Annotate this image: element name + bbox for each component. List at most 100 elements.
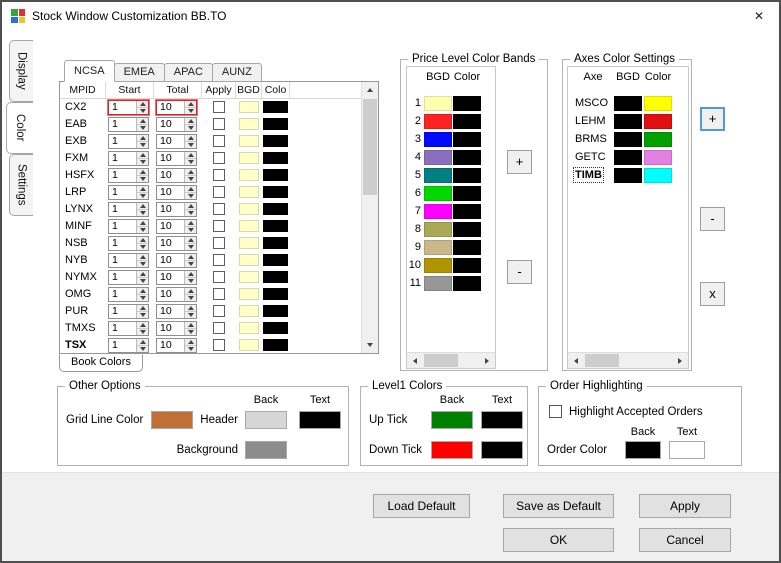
bgd-swatch[interactable] [239,135,259,147]
start-spinner[interactable]: 1 [108,100,149,115]
axe-bgd-swatch[interactable] [614,168,642,183]
spinner-down-button[interactable] [137,209,148,216]
axe-color-swatch[interactable] [644,132,672,147]
axe-color-swatch[interactable] [644,168,672,183]
spinner-down-button[interactable] [137,141,148,148]
spinner-down-button[interactable] [137,260,148,267]
scroll-up-button[interactable] [362,82,378,98]
spinner-down-button[interactable] [185,124,196,131]
axe-color-swatch[interactable] [644,114,672,129]
color-swatch[interactable] [263,152,288,164]
color-swatch[interactable] [263,135,288,147]
band-color-swatch[interactable] [453,150,481,165]
band-color-swatch[interactable] [453,276,481,291]
apply-checkbox[interactable] [213,118,225,130]
bgd-swatch[interactable] [239,186,259,198]
band-bgd-swatch[interactable] [424,240,452,255]
total-spinner[interactable]: 10 [156,287,197,302]
color-swatch[interactable] [263,169,288,181]
band-color-swatch[interactable] [453,96,481,111]
spinner-down-button[interactable] [185,192,196,199]
total-spinner[interactable]: 10 [156,304,197,319]
book-colors-tab[interactable]: Book Colors [59,354,143,372]
up-tick-text-swatch[interactable] [481,411,523,429]
start-spinner[interactable]: 1 [108,151,149,166]
color-swatch[interactable] [263,237,288,249]
color-swatch[interactable] [263,203,288,215]
band-color-swatch[interactable] [453,222,481,237]
start-spinner[interactable]: 1 [108,168,149,183]
bgd-swatch[interactable] [239,305,259,317]
apply-checkbox[interactable] [213,203,225,215]
spinner-down-button[interactable] [137,175,148,182]
band-color-swatch[interactable] [453,168,481,183]
bgd-swatch[interactable] [239,254,259,266]
total-spinner[interactable]: 10 [156,168,197,183]
spinner-down-button[interactable] [137,192,148,199]
bgd-swatch[interactable] [239,237,259,249]
scroll-down-button[interactable] [362,337,378,353]
bgd-swatch[interactable] [239,220,259,232]
total-spinner[interactable]: 10 [156,151,197,166]
start-spinner[interactable]: 1 [108,287,149,302]
apply-checkbox[interactable] [213,101,225,113]
start-spinner[interactable]: 1 [108,338,149,353]
mpid-table-scrollbar[interactable] [361,82,378,353]
band-bgd-swatch[interactable] [424,276,452,291]
start-spinner[interactable]: 1 [108,219,149,234]
scroll-left-button[interactable] [568,353,584,368]
apply-checkbox[interactable] [213,135,225,147]
price-bands-hscrollbar[interactable] [407,352,495,368]
region-tab-apac[interactable]: APAC [163,63,213,82]
side-tab-color[interactable]: Color [6,102,33,154]
scroll-right-button[interactable] [672,353,688,368]
bgd-swatch[interactable] [239,203,259,215]
bgd-swatch[interactable] [239,152,259,164]
color-swatch[interactable] [263,305,288,317]
apply-checkbox[interactable] [213,271,225,283]
header-text-swatch[interactable] [299,411,341,429]
spinner-down-button[interactable] [137,311,148,318]
total-spinner[interactable]: 10 [156,117,197,132]
start-spinner[interactable]: 1 [108,185,149,200]
bgd-swatch[interactable] [239,271,259,283]
axes-remove-button[interactable]: - [700,207,725,231]
axe-color-swatch[interactable] [644,96,672,111]
start-spinner[interactable]: 1 [108,134,149,149]
spinner-down-button[interactable] [185,107,196,114]
save-as-default-button[interactable]: Save as Default [503,494,614,518]
side-tab-settings[interactable]: Settings [9,154,33,216]
side-tab-display[interactable]: Display [9,40,33,102]
ok-button[interactable]: OK [503,528,614,552]
highlight-accepted-orders-checkbox[interactable] [549,405,562,418]
spinner-down-button[interactable] [185,260,196,267]
spinner-down-button[interactable] [185,311,196,318]
color-swatch[interactable] [263,186,288,198]
region-tab-aunz[interactable]: AUNZ [211,63,262,82]
total-spinner[interactable]: 10 [156,100,197,115]
band-bgd-swatch[interactable] [424,222,452,237]
bgd-swatch[interactable] [239,339,259,351]
spinner-down-button[interactable] [185,175,196,182]
spinner-down-button[interactable] [185,141,196,148]
band-bgd-swatch[interactable] [424,96,452,111]
axes-delete-button[interactable]: x [700,282,725,306]
spinner-down-button[interactable] [137,124,148,131]
band-bgd-swatch[interactable] [424,258,452,273]
band-bgd-swatch[interactable] [424,114,452,129]
scroll-thumb[interactable] [363,99,377,195]
close-icon[interactable]: ✕ [746,6,772,26]
total-spinner[interactable]: 10 [156,338,197,353]
color-swatch[interactable] [263,254,288,266]
remove-band-button[interactable]: - [507,260,532,284]
band-bgd-swatch[interactable] [424,132,452,147]
spinner-down-button[interactable] [137,345,148,352]
apply-checkbox[interactable] [213,220,225,232]
axe-bgd-swatch[interactable] [614,132,642,147]
spinner-down-button[interactable] [137,328,148,335]
bgd-swatch[interactable] [239,288,259,300]
bgd-swatch[interactable] [239,118,259,130]
start-spinner[interactable]: 1 [108,236,149,251]
color-swatch[interactable] [263,101,288,113]
total-spinner[interactable]: 10 [156,270,197,285]
